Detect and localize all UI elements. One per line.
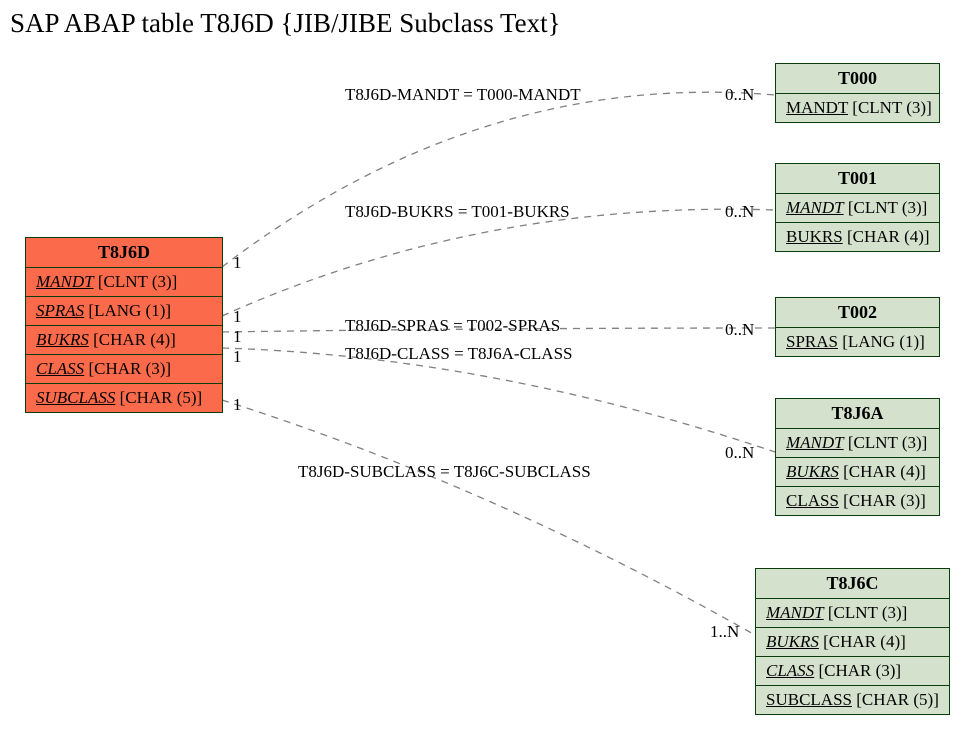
link-label-0: T8J6D-MANDT = T000-MANDT (345, 85, 581, 105)
field-name: CLASS (36, 359, 84, 378)
field-row: SPRAS [LANG (1)] (26, 296, 222, 325)
card-left-2: 1 (233, 327, 242, 347)
link-line-4 (222, 400, 755, 635)
link-label-2: T8J6D-SPRAS = T002-SPRAS (345, 316, 560, 336)
field-name: BUKRS (766, 632, 819, 651)
field-type: [CHAR (4)] (843, 227, 930, 246)
field-name: BUKRS (36, 330, 89, 349)
field-name: SUBCLASS (36, 388, 115, 407)
field-row: CLASS [CHAR (3)] (756, 656, 949, 685)
field-row: CLASS [CHAR (3)] (776, 486, 939, 515)
field-row: MANDT [CLNT (3)] (776, 194, 939, 222)
card-right-1: 0..N (725, 202, 754, 222)
card-right-4: 1..N (710, 622, 739, 642)
field-row: MANDT [CLNT (3)] (756, 599, 949, 627)
entity-ref-2: T002 SPRAS [LANG (1)] (775, 297, 940, 357)
field-type: [LANG (1)] (84, 301, 171, 320)
entity-ref-1: T001 MANDT [CLNT (3)]BUKRS [CHAR (4)] (775, 163, 940, 252)
field-row: BUKRS [CHAR (4)] (26, 325, 222, 354)
field-name: BUKRS (786, 462, 839, 481)
field-row: SUBCLASS [CHAR (5)] (756, 685, 949, 714)
entity-ref-3-rows: MANDT [CLNT (3)]BUKRS [CHAR (4)]CLASS [C… (776, 429, 939, 515)
field-type: [CHAR (3)] (839, 491, 926, 510)
link-label-1: T8J6D-BUKRS = T001-BUKRS (345, 202, 570, 222)
entity-main: T8J6D MANDT [CLNT (3)]SPRAS [LANG (1)]BU… (25, 237, 223, 413)
field-row: CLASS [CHAR (3)] (26, 354, 222, 383)
field-type: [CLNT (3)] (824, 603, 908, 622)
field-row: SPRAS [LANG (1)] (776, 328, 939, 356)
field-name: SPRAS (786, 332, 838, 351)
field-row: MANDT [CLNT (3)] (776, 94, 939, 122)
field-name: MANDT (766, 603, 824, 622)
field-type: [CHAR (3)] (84, 359, 171, 378)
field-type: [CLNT (3)] (844, 433, 928, 452)
field-row: MANDT [CLNT (3)] (776, 429, 939, 457)
field-row: SUBCLASS [CHAR (5)] (26, 383, 222, 412)
field-name: MANDT (786, 433, 844, 452)
entity-ref-4: T8J6C MANDT [CLNT (3)]BUKRS [CHAR (4)]CL… (755, 568, 950, 715)
field-name: MANDT (36, 272, 94, 291)
field-name: BUKRS (786, 227, 843, 246)
field-row: BUKRS [CHAR (4)] (756, 627, 949, 656)
field-type: [CHAR (4)] (839, 462, 926, 481)
entity-ref-4-header: T8J6C (756, 569, 949, 599)
field-type: [CHAR (5)] (852, 690, 939, 709)
card-left-0: 1 (233, 253, 242, 273)
field-row: BUKRS [CHAR (4)] (776, 222, 939, 251)
entity-ref-2-rows: SPRAS [LANG (1)] (776, 328, 939, 356)
field-name: CLASS (786, 491, 839, 510)
card-right-3: 0..N (725, 443, 754, 463)
field-type: [CLNT (3)] (844, 198, 928, 217)
field-type: [CHAR (3)] (814, 661, 901, 680)
field-name: CLASS (766, 661, 814, 680)
link-line-0 (222, 92, 775, 267)
field-type: [CLNT (3)] (94, 272, 178, 291)
card-right-0: 0..N (725, 85, 754, 105)
entity-ref-4-rows: MANDT [CLNT (3)]BUKRS [CHAR (4)]CLASS [C… (756, 599, 949, 714)
field-type: [CHAR (4)] (819, 632, 906, 651)
entity-ref-0: T000 MANDT [CLNT (3)] (775, 63, 940, 123)
field-type: [CHAR (4)] (89, 330, 176, 349)
entity-ref-2-header: T002 (776, 298, 939, 328)
entity-main-rows: MANDT [CLNT (3)]SPRAS [LANG (1)]BUKRS [C… (26, 268, 222, 412)
field-name: SPRAS (36, 301, 84, 320)
card-right-2: 0..N (725, 320, 754, 340)
entity-ref-0-rows: MANDT [CLNT (3)] (776, 94, 939, 122)
diagram-canvas: { "title": "SAP ABAP table T8J6D {JIB/JI… (0, 0, 971, 755)
field-type: [CLNT (3)] (848, 98, 932, 117)
card-left-4: 1 (233, 395, 242, 415)
field-type: [LANG (1)] (838, 332, 925, 351)
link-label-4: T8J6D-SUBCLASS = T8J6C-SUBCLASS (298, 462, 591, 482)
field-name: MANDT (786, 98, 848, 117)
card-left-3: 1 (233, 347, 242, 367)
field-row: BUKRS [CHAR (4)] (776, 457, 939, 486)
entity-ref-0-header: T000 (776, 64, 939, 94)
entity-ref-3: T8J6A MANDT [CLNT (3)]BUKRS [CHAR (4)]CL… (775, 398, 940, 516)
entity-ref-1-header: T001 (776, 164, 939, 194)
field-name: MANDT (786, 198, 844, 217)
link-line-1 (222, 209, 775, 316)
page-title: SAP ABAP table T8J6D {JIB/JIBE Subclass … (10, 8, 561, 39)
entity-ref-3-header: T8J6A (776, 399, 939, 429)
link-label-3: T8J6D-CLASS = T8J6A-CLASS (345, 344, 572, 364)
field-type: [CHAR (5)] (115, 388, 202, 407)
card-left-1: 1 (233, 307, 242, 327)
field-row: MANDT [CLNT (3)] (26, 268, 222, 296)
entity-ref-1-rows: MANDT [CLNT (3)]BUKRS [CHAR (4)] (776, 194, 939, 251)
entity-main-header: T8J6D (26, 238, 222, 268)
field-name: SUBCLASS (766, 690, 852, 709)
